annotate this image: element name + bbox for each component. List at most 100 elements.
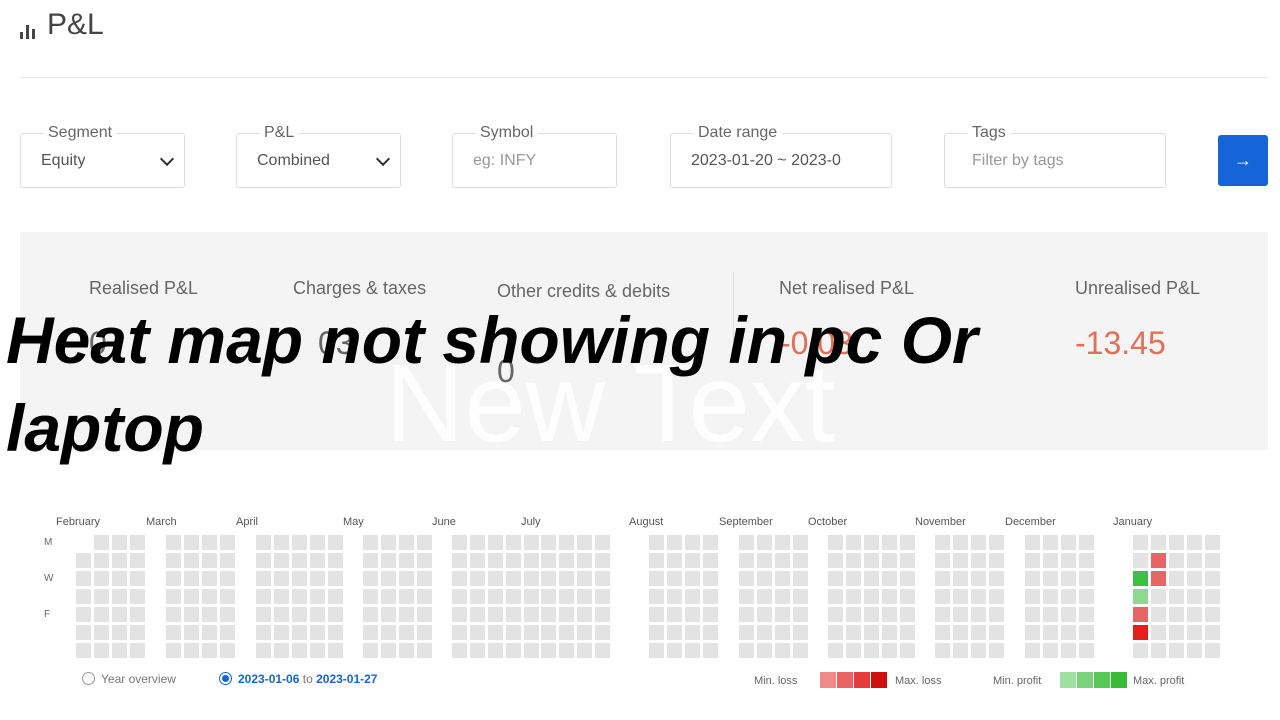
heatmap-cell[interactable]	[220, 571, 235, 586]
heatmap-cell[interactable]	[1061, 625, 1076, 640]
heatmap-cell[interactable]	[184, 607, 199, 622]
heatmap-cell[interactable]	[202, 643, 217, 658]
heatmap-cell[interactable]	[274, 625, 289, 640]
heatmap-cell[interactable]	[971, 643, 986, 658]
heatmap-cell[interactable]	[94, 625, 109, 640]
heatmap-cell[interactable]	[399, 535, 414, 550]
heatmap-cell[interactable]	[274, 643, 289, 658]
heatmap-cell[interactable]	[76, 571, 91, 586]
heatmap-cell[interactable]	[559, 643, 574, 658]
heatmap-cell[interactable]	[793, 643, 808, 658]
heatmap-cell[interactable]	[775, 625, 790, 640]
heatmap-cell[interactable]	[220, 589, 235, 604]
heatmap-cell[interactable]	[524, 607, 539, 622]
heatmap-cell[interactable]	[1187, 589, 1202, 604]
heatmap-cell[interactable]	[328, 643, 343, 658]
heatmap-cell[interactable]	[1205, 625, 1220, 640]
heatmap-cell[interactable]	[989, 535, 1004, 550]
heatmap-cell[interactable]	[1133, 625, 1148, 640]
heatmap-cell[interactable]	[292, 571, 307, 586]
heatmap-cell[interactable]	[882, 625, 897, 640]
heatmap-cell[interactable]	[363, 535, 378, 550]
heatmap-cell[interactable]	[1043, 589, 1058, 604]
heatmap-cell[interactable]	[793, 571, 808, 586]
heatmap-cell[interactable]	[381, 607, 396, 622]
heatmap-cell[interactable]	[452, 553, 467, 568]
heatmap-cell[interactable]	[470, 553, 485, 568]
heatmap-cell[interactable]	[256, 571, 271, 586]
heatmap-cell[interactable]	[541, 643, 556, 658]
heatmap-cell[interactable]	[417, 643, 432, 658]
heatmap-cell[interactable]	[757, 643, 772, 658]
heatmap-cell[interactable]	[94, 571, 109, 586]
heatmap-cell[interactable]	[524, 643, 539, 658]
heatmap-cell[interactable]	[202, 535, 217, 550]
heatmap-cell[interactable]	[470, 571, 485, 586]
heatmap-cell[interactable]	[166, 589, 181, 604]
heatmap-cell[interactable]	[882, 553, 897, 568]
segment-select[interactable]: Segment Equity	[20, 124, 185, 188]
heatmap-cell[interactable]	[381, 643, 396, 658]
heatmap-cell[interactable]	[256, 607, 271, 622]
heatmap-cell[interactable]	[793, 589, 808, 604]
heatmap-cell[interactable]	[541, 553, 556, 568]
heatmap-cell[interactable]	[399, 571, 414, 586]
heatmap-cell[interactable]	[130, 643, 145, 658]
heatmap-cell[interactable]	[381, 571, 396, 586]
heatmap-cell[interactable]	[506, 553, 521, 568]
heatmap-cell[interactable]	[703, 643, 718, 658]
heatmap-cell[interactable]	[649, 625, 664, 640]
heatmap-cell[interactable]	[989, 625, 1004, 640]
heatmap-cell[interactable]	[1025, 589, 1040, 604]
heatmap-cell[interactable]	[846, 535, 861, 550]
heatmap-cell[interactable]	[488, 571, 503, 586]
heatmap-cell[interactable]	[882, 535, 897, 550]
heatmap-cell[interactable]	[685, 571, 700, 586]
heatmap-cell[interactable]	[864, 625, 879, 640]
heatmap-cell[interactable]	[577, 625, 592, 640]
tags-input[interactable]: Tags Filter by tags	[944, 124, 1166, 188]
heatmap-cell[interactable]	[506, 589, 521, 604]
heatmap-cell[interactable]	[292, 553, 307, 568]
heatmap-cell[interactable]	[541, 535, 556, 550]
heatmap-cell[interactable]	[1043, 607, 1058, 622]
heatmap-cell[interactable]	[1205, 643, 1220, 658]
heatmap-cell[interactable]	[488, 535, 503, 550]
heatmap-cell[interactable]	[971, 535, 986, 550]
heatmap-cell[interactable]	[292, 643, 307, 658]
heatmap-cell[interactable]	[130, 535, 145, 550]
heatmap-cell[interactable]	[399, 625, 414, 640]
heatmap-cell[interactable]	[595, 607, 610, 622]
heatmap-cell[interactable]	[112, 553, 127, 568]
heatmap-cell[interactable]	[1187, 553, 1202, 568]
heatmap-cell[interactable]	[470, 589, 485, 604]
heatmap-cell[interactable]	[1151, 553, 1166, 568]
heatmap-cell[interactable]	[166, 607, 181, 622]
heatmap-cell[interactable]	[1079, 625, 1094, 640]
heatmap-cell[interactable]	[595, 643, 610, 658]
heatmap-cell[interactable]	[1025, 625, 1040, 640]
heatmap-cell[interactable]	[1079, 607, 1094, 622]
heatmap-cell[interactable]	[310, 625, 325, 640]
heatmap-cell[interactable]	[524, 535, 539, 550]
heatmap-cell[interactable]	[667, 625, 682, 640]
heatmap-cell[interactable]	[667, 535, 682, 550]
heatmap-cell[interactable]	[1043, 625, 1058, 640]
heatmap-cell[interactable]	[1169, 571, 1184, 586]
heatmap-cell[interactable]	[685, 535, 700, 550]
heatmap-cell[interactable]	[559, 553, 574, 568]
heatmap-cell[interactable]	[900, 553, 915, 568]
heatmap-cell[interactable]	[953, 607, 968, 622]
heatmap-cell[interactable]	[739, 643, 754, 658]
heatmap-cell[interactable]	[1187, 625, 1202, 640]
heatmap-cell[interactable]	[989, 643, 1004, 658]
heatmap-cell[interactable]	[274, 607, 289, 622]
heatmap-cell[interactable]	[935, 625, 950, 640]
heatmap-cell[interactable]	[793, 535, 808, 550]
heatmap-cell[interactable]	[775, 535, 790, 550]
heatmap-cell[interactable]	[971, 625, 986, 640]
heatmap-cell[interactable]	[1061, 589, 1076, 604]
heatmap-cell[interactable]	[703, 607, 718, 622]
heatmap-cell[interactable]	[202, 589, 217, 604]
heatmap-cell[interactable]	[953, 553, 968, 568]
